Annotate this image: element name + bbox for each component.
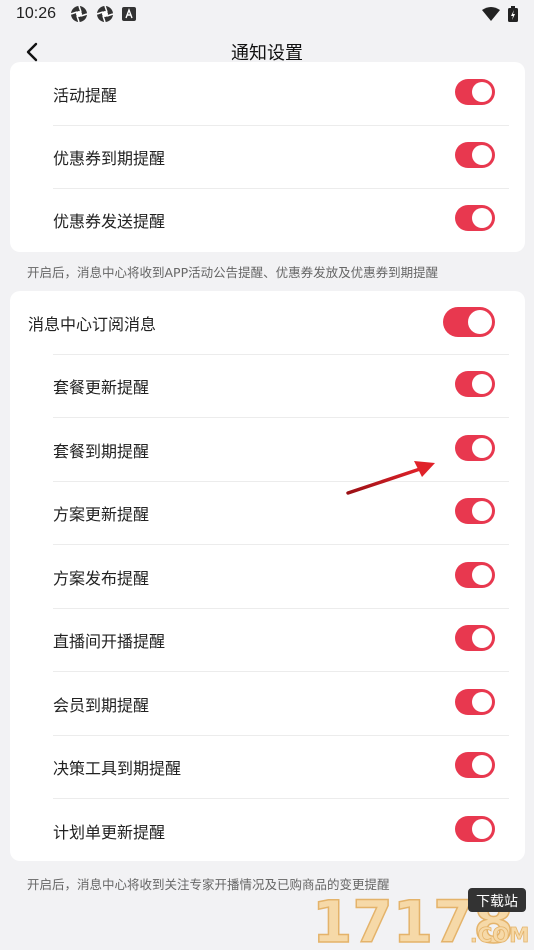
- setting-label: 套餐到期提醒: [53, 442, 150, 461]
- setting-row-package-update[interactable]: 套餐更新提醒: [10, 354, 525, 418]
- setting-row-live-start[interactable]: 直播间开播提醒: [10, 608, 525, 672]
- site-watermark-logo: 17178 下载站 .COM: [311, 887, 529, 950]
- activity-notification-card: 活动提醒 优惠券到期提醒 优惠券发送提醒: [10, 62, 525, 252]
- toggle-switch[interactable]: [455, 498, 495, 524]
- setting-label: 套餐更新提醒: [53, 378, 150, 397]
- aperture-icon: [70, 5, 88, 23]
- toggle-knob: [472, 628, 492, 648]
- setting-label: 计划单更新提醒: [53, 823, 166, 842]
- setting-row-plan-update[interactable]: 方案更新提醒: [10, 481, 525, 545]
- status-time: 10:26: [16, 5, 57, 22]
- activity-note: 开启后，消息中心将收到APP活动公告提醒、优惠券发放及优惠券到期提醒: [27, 265, 439, 280]
- setting-label: 活动提醒: [53, 86, 118, 105]
- setting-label: 方案发布提醒: [53, 569, 150, 588]
- status-notification-icons: [70, 5, 137, 23]
- toggle-knob: [468, 310, 492, 334]
- toggle-knob: [472, 374, 492, 394]
- setting-row-subscribe-master[interactable]: 消息中心订阅消息: [10, 291, 525, 355]
- toggle-knob: [472, 438, 492, 458]
- toggle-switch[interactable]: [455, 205, 495, 231]
- status-bar: 10:26: [0, 0, 534, 28]
- toggle-knob: [472, 755, 492, 775]
- subscription-card: 消息中心订阅消息 套餐更新提醒 套餐到期提醒 方案更新提醒 方案发布提醒 直播间…: [10, 291, 525, 861]
- setting-row-activity[interactable]: 活动提醒: [10, 62, 525, 126]
- watermark-suffix: .COM: [470, 923, 529, 947]
- watermark-badge: 下载站: [476, 894, 518, 910]
- chevron-left-icon: [26, 42, 38, 62]
- toggle-knob: [472, 82, 492, 102]
- toggle-knob: [472, 208, 492, 228]
- toggle-switch[interactable]: [455, 816, 495, 842]
- setting-label: 决策工具到期提醒: [53, 759, 182, 778]
- toggle-switch[interactable]: [455, 752, 495, 778]
- toggle-knob: [472, 819, 492, 839]
- toggle-knob: [472, 145, 492, 165]
- toggle-switch[interactable]: [455, 79, 495, 105]
- setting-label: 方案更新提醒: [53, 505, 150, 524]
- setting-label: 优惠券到期提醒: [53, 149, 166, 168]
- toggle-switch[interactable]: [455, 142, 495, 168]
- toggle-knob: [472, 565, 492, 585]
- setting-label: 消息中心订阅消息: [28, 315, 157, 334]
- setting-label: 直播间开播提醒: [53, 632, 166, 651]
- wifi-icon: [482, 7, 500, 21]
- setting-row-coupon-expiry[interactable]: 优惠券到期提醒: [10, 125, 525, 189]
- setting-row-member-expiry[interactable]: 会员到期提醒: [10, 672, 525, 736]
- toggle-switch[interactable]: [455, 689, 495, 715]
- toggle-switch[interactable]: [455, 625, 495, 651]
- status-system-icons: [482, 6, 518, 22]
- toggle-knob: [472, 692, 492, 712]
- setting-label: 优惠券发送提醒: [53, 212, 166, 231]
- annotation-arrow-icon: [346, 461, 435, 495]
- toggle-switch[interactable]: [455, 435, 495, 461]
- master-toggle-switch[interactable]: [443, 307, 495, 337]
- aperture-icon: [96, 5, 114, 23]
- setting-row-plan-list-update[interactable]: 计划单更新提醒: [10, 799, 525, 863]
- toggle-switch[interactable]: [455, 371, 495, 397]
- toggle-knob: [472, 501, 492, 521]
- setting-row-coupon-send[interactable]: 优惠券发送提醒: [10, 188, 525, 252]
- setting-row-tool-expiry[interactable]: 决策工具到期提醒: [10, 735, 525, 799]
- setting-row-plan-publish[interactable]: 方案发布提醒: [10, 545, 525, 609]
- setting-label: 会员到期提醒: [53, 696, 150, 715]
- app-a-icon: [122, 7, 137, 21]
- setting-row-package-expiry[interactable]: 套餐到期提醒: [10, 418, 525, 482]
- battery-icon: [508, 6, 518, 22]
- toggle-switch[interactable]: [455, 562, 495, 588]
